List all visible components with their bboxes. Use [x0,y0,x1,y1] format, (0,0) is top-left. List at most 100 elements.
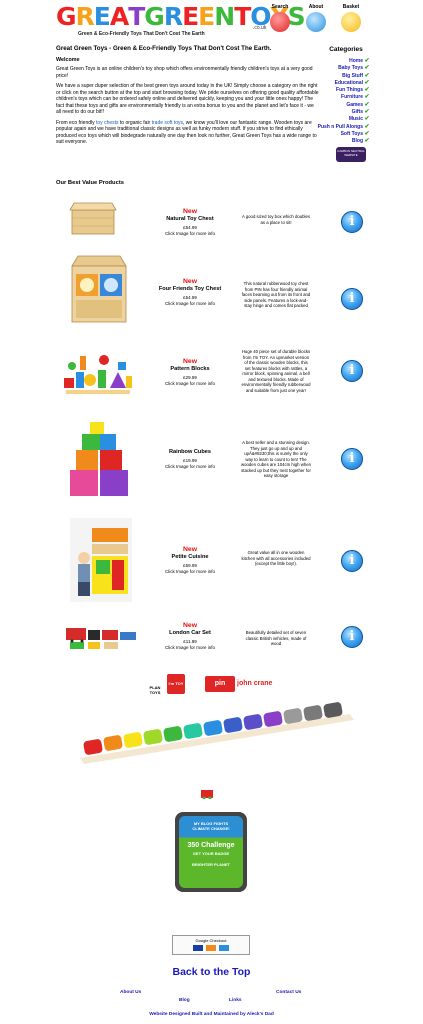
check-icon: ✔ [364,72,370,79]
new-badge: New [183,622,197,629]
nav-basket[interactable]: Basket [337,4,365,32]
category-blog[interactable]: Blog✔ [300,138,370,145]
product-cta: Click Image for more info [164,464,216,469]
info-icon[interactable]: i [341,550,363,572]
product-name[interactable]: Petite Cuisine [156,554,224,560]
product-description: Huge 40 piece set of durable blocks from… [241,349,311,393]
category-educational[interactable]: Educational✔ [300,80,370,87]
product-cta: Click Image for more info [164,231,216,236]
product-image[interactable] [64,622,140,652]
footer-about-link[interactable]: About Us [120,990,141,995]
footer-credit[interactable]: Website Designed Built and Maintained by… [0,1012,423,1017]
product-name[interactable]: Natural Toy Chest [156,216,224,222]
category-soft-toys[interactable]: Soft Toys✔ [300,131,370,138]
amex-icon [219,945,230,951]
new-badge: New [183,546,197,553]
welcome-heading: Welcome [56,56,80,63]
intro-text: to organic fair [118,119,152,126]
toy-icon[interactable] [200,787,214,799]
elephant-train-image[interactable] [70,700,360,770]
john-crane-logo[interactable]: john crane [237,676,279,692]
product-name[interactable]: Pattern Blocks [156,366,224,372]
info-icon[interactable]: i [341,360,363,382]
category-label: Push n Pull Alongs [317,123,363,130]
im-toy-logo[interactable]: I'm TOY [167,674,185,694]
product-name[interactable]: Four Friends Toy Chest [156,286,224,292]
badge-text: 350 Challenge [187,842,235,849]
google-checkout-badge[interactable]: Google Checkout [172,935,250,955]
climate-change-badge[interactable]: MY BLOG FIGHTS CLIMATE CHANGE! 350 Chall… [175,812,247,892]
site-tagline: Green & Eco-Friendly Toys That Don't Cos… [78,31,205,37]
mastercard-icon [206,945,216,951]
carbon-neutral-badge[interactable]: CARBON NEUTRAL WEBSITE [336,147,366,162]
category-fun-things[interactable]: Fun Things✔ [300,87,370,94]
intro-paragraph-3: From eco friendly toy chests to organic … [56,120,320,146]
category-push-pull[interactable]: Push n Pull Alongs✔ [300,124,370,131]
nav-about[interactable]: About [302,4,330,32]
category-music[interactable]: Music✔ [300,116,370,123]
product-info: New Pattern Blocks £29.99 Click Image fo… [156,358,224,386]
category-furniture[interactable]: Furniture✔ [300,94,370,101]
product-price: £11.99 [183,639,197,644]
product-price: £54.99 [183,295,197,300]
info-icon[interactable]: i [341,448,363,470]
category-label: Music [348,116,363,123]
toy-chests-link[interactable]: toy chests [96,120,119,126]
category-label: Blog [351,138,363,145]
plan-toys-logo[interactable]: PLAN TOYS [145,674,165,695]
footer-contact-link[interactable]: Contact Us [276,990,301,995]
product-description: Great value all in one wooden kitchen wi… [241,550,311,566]
product-image[interactable] [66,200,120,238]
info-icon[interactable]: i [341,211,363,233]
category-label: Big Stuff [342,72,363,79]
product-image[interactable] [60,342,136,398]
info-icon[interactable] [306,12,326,32]
product-price: £19.99 [183,458,197,463]
product-name[interactable]: London Car Set [156,630,224,636]
nav-search[interactable]: Search [266,4,294,32]
product-price: £29.99 [183,375,197,380]
product-london-car-set: New London Car Set £11.99 Click Image fo… [56,618,366,658]
product-info: New Four Friends Toy Chest £54.99 Click … [156,278,224,306]
footer-links-link[interactable]: Links [229,998,242,1003]
product-petite-cuisine: New Petite Cuisine £59.99 Click Image fo… [56,516,366,606]
footer-blog-link[interactable]: Blog [179,998,190,1003]
check-icon: ✔ [364,116,370,123]
product-info: New Natural Toy Chest £54.99 Click Image… [156,208,224,236]
visa-icon [192,945,203,951]
back-to-top-link[interactable]: Back to the Top [0,966,423,978]
brand-logos: PLAN TOYS I'm TOY pin john crane [145,674,279,695]
badge-text: GET YOUR BADGE [192,851,230,856]
product-natural-toy-chest: New Natural Toy Chest £54.99 Click Image… [56,196,366,246]
category-gifts[interactable]: Gifts✔ [300,109,370,116]
product-name[interactable]: Rainbow Cubes [156,449,224,455]
product-cta: Click Image for more info [164,645,216,650]
badge-text: BRIGHTER PLANET [192,862,230,867]
category-big-stuff[interactable]: Big Stuff✔ [300,73,370,80]
nav-basket-label: Basket [342,4,360,10]
nav-search-label: Search [271,4,289,10]
product-image[interactable] [70,518,132,602]
search-icon[interactable] [270,12,290,32]
category-label: Soft Toys [340,130,363,137]
product-pattern-blocks: New Pattern Blocks £29.99 Click Image fo… [56,340,366,410]
product-image[interactable] [66,252,132,328]
basket-icon[interactable] [341,12,361,32]
soft-toys-link[interactable]: trade soft toys [152,120,183,126]
intro-paragraph-2: We have a super duper selection of the b… [56,83,319,115]
category-label: Home [349,58,363,64]
product-image[interactable] [66,422,132,498]
check-icon: ✔ [364,138,370,145]
check-icon: ✔ [364,94,370,101]
category-baby-toys[interactable]: Baby Toys✔ [300,65,370,72]
brand-label: I'm TOY [168,681,184,686]
info-icon[interactable]: i [341,626,363,648]
info-icon[interactable]: i [341,288,363,310]
checkout-label: Google Checkout [195,938,227,943]
pin-logo[interactable]: pin [205,676,235,692]
check-icon: ✔ [364,123,370,130]
categories-heading: Categories [329,46,363,53]
category-label: Educational [334,79,363,86]
category-games[interactable]: Games✔ [300,102,370,109]
category-home[interactable]: Home✔ [300,58,370,65]
